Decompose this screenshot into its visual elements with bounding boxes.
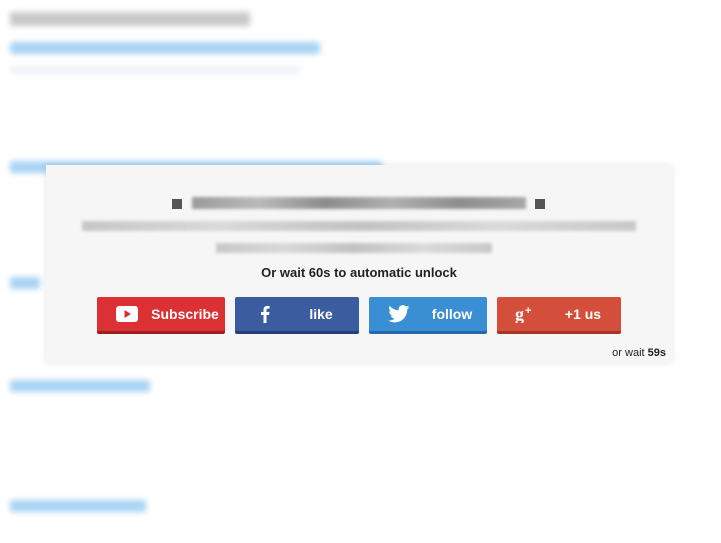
blurred-link [10, 380, 150, 392]
svg-text:g: g [515, 305, 524, 323]
blurred-link [10, 42, 320, 54]
blurred-text [10, 66, 300, 74]
like-label: like [309, 306, 333, 322]
twitter-follow-button[interactable]: follow [369, 297, 487, 331]
locker-title [46, 196, 672, 210]
blurred-message-line [82, 221, 636, 231]
facebook-like-button[interactable]: like [235, 297, 359, 331]
google-plus-button[interactable]: g + +1 us [497, 297, 621, 331]
countdown-value: 59s [647, 347, 666, 359]
twitter-icon [381, 297, 417, 331]
google-plus-icon: g + [509, 297, 545, 331]
follow-label: follow [431, 306, 473, 322]
blurred-title-text [192, 197, 526, 209]
blurred-link [10, 500, 146, 512]
youtube-icon [109, 297, 145, 331]
facebook-icon [247, 297, 283, 331]
social-locker-panel: Or wait 60s to automatic unlock Subscrib… [46, 165, 672, 363]
countdown-prefix: or wait [612, 347, 648, 359]
wait-message: Or wait 60s to automatic unlock [261, 265, 457, 280]
plus-one-label: +1 us [564, 306, 602, 322]
svg-text:+: + [525, 305, 531, 317]
youtube-subscribe-button[interactable]: Subscribe [97, 297, 225, 331]
blurred-message-line [216, 243, 492, 253]
countdown-timer: or wait 59s [612, 347, 666, 359]
blurred-heading [10, 12, 250, 26]
title-marker-left [172, 199, 182, 209]
title-marker-right [535, 199, 545, 209]
blurred-link [10, 277, 40, 289]
subscribe-label: Subscribe [151, 306, 219, 322]
